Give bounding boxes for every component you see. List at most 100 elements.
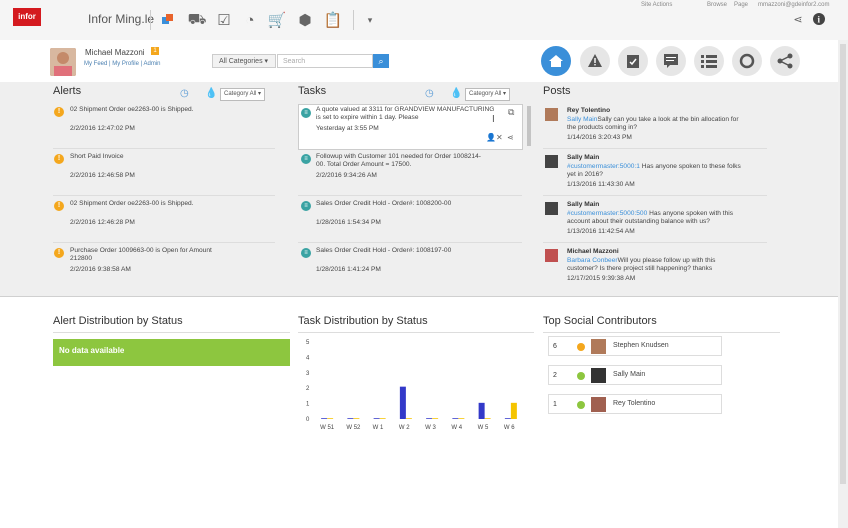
x-tick-label: W 52 — [346, 425, 361, 431]
share-icon[interactable]: ⋖ — [788, 9, 808, 29]
divider — [543, 332, 780, 333]
avatar[interactable] — [591, 397, 606, 412]
user-name[interactable]: Michael Mazzoni — [85, 48, 145, 57]
task-distribution-chart: 5 4 3 2 1 0 W 51 W 52 W 1 W 2 W 3 W 4 W 5 W 6 — [306, 340, 517, 431]
contributor-name[interactable]: Stephen Knudsen — [613, 342, 669, 349]
contributor-name[interactable]: Sally Main — [613, 371, 645, 378]
task-text[interactable]: Sales Order Credit Hold - Order#: 100819… — [316, 247, 516, 255]
list-icon[interactable] — [694, 46, 724, 76]
handshake-icon[interactable]: ⬢ — [295, 10, 315, 30]
divider — [150, 10, 151, 30]
chart-bar[interactable] — [432, 418, 439, 419]
posts-icon[interactable] — [656, 46, 686, 76]
drop-icon[interactable]: 💧 — [205, 88, 217, 99]
chart-bar[interactable] — [478, 402, 485, 419]
avatar[interactable] — [50, 48, 76, 76]
info-icon[interactable]: i — [809, 9, 829, 29]
sort-date-icon[interactable]: ◷ — [425, 88, 434, 99]
infor-logo[interactable]: infor — [13, 8, 41, 26]
chart-bar[interactable] — [399, 386, 406, 419]
scrollbar-thumb[interactable] — [840, 44, 846, 484]
admin-link[interactable]: Admin — [143, 61, 160, 67]
chart-bar[interactable] — [373, 418, 380, 419]
post-author[interactable]: Michael Mazzoni — [567, 248, 619, 256]
avatar[interactable] — [591, 339, 606, 354]
chart-bar[interactable] — [452, 418, 459, 419]
app-name[interactable]: Infor Ming.le — [88, 12, 154, 26]
task-text[interactable]: Followup with Customer 101 needed for Or… — [316, 153, 481, 170]
contributor-row[interactable]: 6 Stephen Knudsen — [548, 336, 722, 356]
chart-bar[interactable] — [405, 418, 412, 419]
network-icon[interactable] — [770, 46, 800, 76]
drop-icon[interactable]: 💧 — [450, 88, 462, 99]
site-actions-link[interactable]: Site Actions — [641, 2, 672, 8]
reassign-icon[interactable]: 👤✕ — [486, 133, 503, 142]
divider — [53, 242, 275, 243]
search-input[interactable]: Search — [277, 54, 373, 68]
avatar[interactable] — [545, 155, 558, 168]
search-icon[interactable]: ⌕ — [373, 54, 389, 68]
chart-bar[interactable] — [321, 418, 328, 419]
post-author[interactable]: Sally Main — [567, 201, 599, 209]
contributors-title: Top Social Contributors — [543, 315, 657, 327]
category-select[interactable]: All Categories ▾ — [212, 54, 276, 68]
notification-badge[interactable]: 1 — [151, 47, 159, 55]
y-tick-label: 2 — [306, 386, 310, 392]
my-feed-link[interactable]: My Feed — [84, 61, 107, 67]
chart-bar[interactable] — [504, 418, 511, 419]
divider — [543, 242, 767, 243]
chart-bar[interactable] — [379, 418, 386, 419]
pie-chart-icon[interactable]: ◔ — [240, 10, 260, 30]
chevron-down-icon[interactable]: ▾ — [360, 10, 380, 30]
avatar[interactable] — [545, 249, 558, 262]
chart-bar[interactable] — [347, 418, 354, 419]
page-link[interactable]: Page — [734, 2, 748, 8]
x-tick-label: W 3 — [425, 425, 436, 431]
task-text[interactable]: A quote valued at 3311 for GRANDVIEW MAN… — [316, 106, 496, 123]
post-author[interactable]: Sally Main — [567, 154, 599, 162]
my-profile-link[interactable]: My Profile — [112, 61, 139, 67]
cart-icon[interactable]: 🛒 — [267, 10, 287, 30]
divider — [543, 148, 767, 149]
share-icon[interactable]: ⋖ — [507, 133, 514, 142]
contributor-row[interactable]: 2 Sally Main — [548, 365, 722, 385]
post-mention[interactable]: Sally Main — [567, 116, 597, 123]
contributor-name[interactable]: Rey Tolentino — [613, 400, 655, 407]
post-author[interactable]: Rey Tolentino — [567, 107, 610, 115]
apps-icon[interactable] — [158, 10, 178, 30]
task-icon: ≡ — [301, 154, 311, 164]
clipboard-icon[interactable]: 📋 — [323, 10, 343, 30]
chart-bar[interactable] — [327, 418, 334, 419]
chart-bar[interactable] — [510, 402, 517, 419]
alert-text[interactable]: 02 Shipment Order oe2263-00 is Shipped. — [70, 200, 280, 208]
chart-bar[interactable] — [353, 418, 360, 419]
user-email[interactable]: mmazzoni@gdeinfor2.com — [758, 2, 829, 8]
tasks-scrollbar[interactable] — [527, 106, 531, 146]
chart-bar[interactable] — [458, 418, 465, 419]
alert-icon[interactable] — [580, 46, 610, 76]
alert-text[interactable]: 02 Shipment Order oe2263-00 is Shipped. — [70, 106, 280, 114]
open-external-icon[interactable]: ⧉ — [508, 107, 514, 116]
post-mention[interactable]: #customermaster:5000:1 — [567, 163, 640, 170]
checklist-icon[interactable]: ☑ — [214, 10, 234, 30]
tasks-category-filter[interactable]: Category All ▾ — [465, 88, 511, 101]
sort-date-icon[interactable]: ◷ — [180, 88, 189, 99]
task-text[interactable]: Sales Order Credit Hold - Order#: 100820… — [316, 200, 516, 208]
task-date: Yesterday at 3:55 PM — [316, 125, 379, 132]
post-mention[interactable]: #customermaster:5000:500 — [567, 210, 647, 217]
alerts-category-filter[interactable]: Category All ▾ — [220, 88, 266, 101]
avatar[interactable] — [591, 368, 606, 383]
contributor-row[interactable]: 1 Rey Tolentino — [548, 394, 722, 414]
post-mention[interactable]: Barbara Conbeer — [567, 257, 618, 264]
chart-bar[interactable] — [426, 418, 433, 419]
forklift-icon[interactable]: ⛟ — [187, 10, 207, 30]
alert-text[interactable]: Purchase Order 1009663-00 is Open for Am… — [70, 247, 230, 264]
avatar[interactable] — [545, 202, 558, 215]
avatar[interactable] — [545, 108, 558, 121]
alert-text[interactable]: Short Paid Invoice — [70, 153, 280, 161]
chart-bar[interactable] — [484, 418, 491, 419]
task-icon[interactable] — [618, 46, 648, 76]
helm-icon[interactable] — [732, 46, 762, 76]
browse-link[interactable]: Browse — [707, 2, 727, 8]
home-icon[interactable] — [541, 46, 571, 76]
